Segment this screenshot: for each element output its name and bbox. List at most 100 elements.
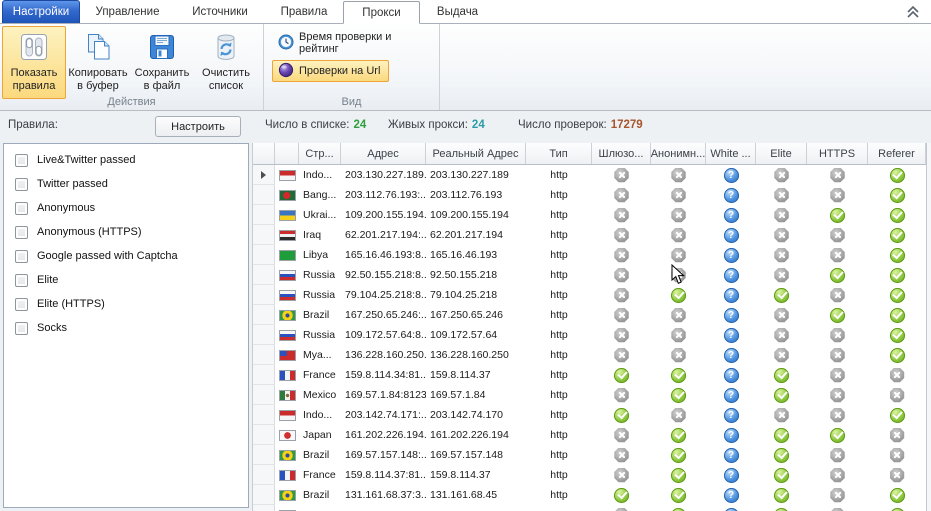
rule-checkbox[interactable]: [15, 250, 28, 263]
row-selector-cell[interactable]: [253, 225, 275, 245]
configure-button[interactable]: Настроить: [155, 116, 241, 137]
table-row[interactable]: Indo...203.130.227.189...203.130.227.189…: [253, 165, 931, 185]
row-selector-cell[interactable]: [253, 445, 275, 465]
column-header-тип[interactable]: Тип: [526, 143, 592, 164]
column-header-white[interactable]: White ...: [706, 143, 756, 164]
status-elite-icon: [774, 468, 789, 483]
table-row[interactable]: Japan161.202.226.194...161.202.226.194ht…: [253, 425, 931, 445]
real-address-cell: 169.57.1.84: [426, 385, 526, 405]
column-header-стр[interactable]: Стр...: [299, 143, 341, 164]
row-selector-cell[interactable]: [253, 405, 275, 425]
country-flag-icon: [279, 170, 296, 181]
url-checks-button[interactable]: Проверки на Url: [272, 60, 389, 82]
row-selector-cell[interactable]: [253, 305, 275, 325]
table-row[interactable]: Libya165.16.46.193:8...165.16.46.193http…: [253, 245, 931, 265]
table-row[interactable]: Ukrai...109.200.155.194...109.200.155.19…: [253, 205, 931, 225]
table-row[interactable]: Brazil167.250.65.246:...167.250.65.246ht…: [253, 305, 931, 325]
address-cell: 203.112.76.193:...: [341, 185, 426, 205]
table-row[interactable]: Russia109.172.57.64:8...109.172.57.64htt…: [253, 325, 931, 345]
status-referer-icon: [890, 188, 905, 203]
row-selector-cell[interactable]: [253, 265, 275, 285]
column-header-шлюзо[interactable]: Шлюзо...: [592, 143, 651, 164]
stat-alive-proxies: Живых прокси:24: [388, 119, 485, 131]
tab-прокси[interactable]: Прокси: [343, 1, 420, 24]
rule-checkbox[interactable]: [15, 202, 28, 215]
vertical-scrollbar[interactable]: [926, 143, 931, 511]
tab-источники[interactable]: Источники: [175, 0, 265, 23]
tab-управление[interactable]: Управление: [80, 0, 175, 23]
ribbon-group-view-label: Вид: [264, 96, 439, 108]
clear-list-button[interactable]: Очиститьсписок: [194, 26, 258, 99]
table-row[interactable]: Iraq62.201.217.194:...62.201.217.194http…: [253, 225, 931, 245]
rule-checkbox[interactable]: [15, 322, 28, 335]
row-selector-cell[interactable]: [253, 465, 275, 485]
table-row[interactable]: Mexico169.57.1.84:8123169.57.1.84http?: [253, 385, 931, 405]
row-selector-cell[interactable]: [253, 345, 275, 365]
rules-icon: [17, 30, 51, 64]
country-cell: France: [299, 365, 341, 385]
status-anonymity-icon: [671, 228, 686, 243]
row-selector-cell[interactable]: [253, 165, 275, 185]
row-selector-cell[interactable]: [253, 505, 275, 511]
column-header-elite[interactable]: Elite: [756, 143, 807, 164]
status-gateway-icon: [614, 208, 629, 223]
status-white-list-icon: ?: [724, 228, 739, 243]
status-elite-icon: [774, 328, 789, 343]
table-row[interactable]: ?: [253, 505, 931, 511]
real-address-cell: 203.130.227.189: [426, 165, 526, 185]
table-row[interactable]: Bang...203.112.76.193:...203.112.76.193h…: [253, 185, 931, 205]
row-selector-cell[interactable]: [253, 245, 275, 265]
save-to-file-button[interactable]: Сохранитьв файл: [130, 26, 194, 99]
column-header-blank: [253, 143, 275, 164]
collapse-ribbon-button[interactable]: [905, 5, 921, 19]
real-address-cell: 131.161.68.45: [426, 485, 526, 505]
show-rules-button[interactable]: Показатьправила: [2, 26, 66, 99]
table-row[interactable]: Indo...203.142.74.171:...203.142.74.170h…: [253, 405, 931, 425]
type-cell: http: [526, 485, 592, 505]
rule-checkbox[interactable]: [15, 154, 28, 167]
check-time-rating-button[interactable]: Время проверки и рейтинг: [272, 32, 439, 54]
rule-checkbox[interactable]: [15, 298, 28, 311]
status-referer-icon: [890, 308, 905, 323]
tab-settings-app-button[interactable]: Настройки: [2, 0, 80, 23]
tab-правила[interactable]: Правила: [265, 0, 343, 23]
row-selector-cell[interactable]: [253, 365, 275, 385]
rule-checkbox[interactable]: [15, 226, 28, 239]
table-row[interactable]: Russia79.104.25.218:8...79.104.25.218htt…: [253, 285, 931, 305]
tab-выдача[interactable]: Выдача: [420, 0, 495, 23]
row-selector-cell[interactable]: [253, 285, 275, 305]
rules-caption: Правила:: [8, 119, 58, 131]
rule-checkbox[interactable]: [15, 178, 28, 191]
status-elite-icon: [774, 308, 789, 323]
table-row[interactable]: Brazil169.57.157.148:...169.57.157.148ht…: [253, 445, 931, 465]
status-anonymity-icon: [671, 428, 686, 443]
status-https-icon: [830, 288, 845, 303]
status-anonymity-icon: [671, 508, 686, 511]
rules-panel: Live&Twitter passedTwitter passedAnonymo…: [3, 143, 249, 508]
row-selector-cell[interactable]: [253, 425, 275, 445]
column-header-реальныйадрес[interactable]: Реальный Адрес: [426, 143, 526, 164]
column-header-referer[interactable]: Referer: [868, 143, 926, 164]
status-elite-icon: [774, 388, 789, 403]
rule-checkbox[interactable]: [15, 274, 28, 287]
country-cell: Mya...: [299, 345, 341, 365]
column-header-адрес[interactable]: Адрес: [341, 143, 426, 164]
table-row[interactable]: Russia92.50.155.218:8...92.50.155.218htt…: [253, 265, 931, 285]
table-row[interactable]: Mya...136.228.160.250...136.228.160.250h…: [253, 345, 931, 365]
column-header-анонимн[interactable]: Анонимн...: [651, 143, 706, 164]
table-row[interactable]: France159.8.114.37:81...159.8.114.37http…: [253, 465, 931, 485]
address-cell: [341, 505, 426, 511]
status-elite-icon: [774, 348, 789, 363]
row-selector-cell[interactable]: [253, 325, 275, 345]
row-selector-cell[interactable]: [253, 385, 275, 405]
row-selector-cell[interactable]: [253, 185, 275, 205]
column-header-https[interactable]: HTTPS: [807, 143, 868, 164]
country-flag-icon: [279, 410, 296, 421]
status-https-icon: [830, 328, 845, 343]
table-row[interactable]: France159.8.114.34:81...159.8.114.37http…: [253, 365, 931, 385]
table-row[interactable]: Brazil131.161.68.37:3...131.161.68.45htt…: [253, 485, 931, 505]
status-anonymity-icon: [671, 468, 686, 483]
row-selector-cell[interactable]: [253, 205, 275, 225]
row-selector-cell[interactable]: [253, 485, 275, 505]
copy-to-clipboard-button[interactable]: Копироватьв буфер: [66, 26, 130, 99]
